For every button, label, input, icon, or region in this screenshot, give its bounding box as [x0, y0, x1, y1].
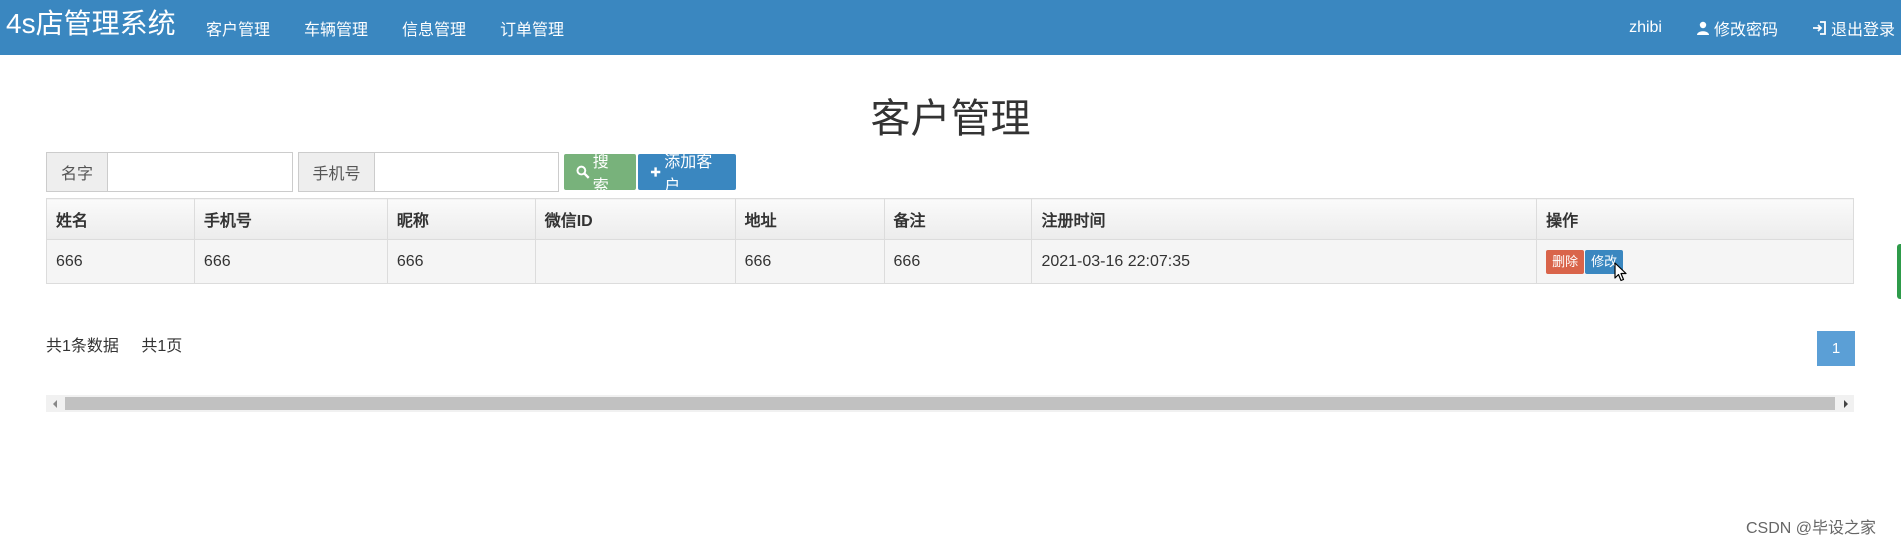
column-header-remark[interactable]: 备注 — [883, 198, 1033, 240]
column-header-address[interactable]: 地址 — [734, 198, 885, 240]
nav-item-customers[interactable]: 客户管理 — [206, 16, 270, 40]
table-header-row: 姓名 手机号 昵称 微信ID 地址 备注 注册时间 操作 — [46, 198, 1854, 240]
name-field-label: 名字 — [47, 153, 108, 191]
delete-button[interactable]: 删除 — [1546, 249, 1585, 274]
search-button[interactable]: 搜索 — [564, 154, 636, 195]
logout-icon — [1812, 20, 1826, 35]
add-customer-button[interactable]: 添加客户 — [638, 154, 736, 195]
cell-nickname: 666 — [386, 239, 536, 284]
logout-label: 退出登录 — [1830, 21, 1895, 39]
cell-registered-at: 2021-03-16 22:07:35 — [1031, 239, 1538, 284]
column-header-phone[interactable]: 手机号 — [193, 198, 388, 240]
change-password-link[interactable]: 修改密码 — [1696, 16, 1778, 40]
brand-title[interactable]: 4s店管理系统 — [6, 6, 176, 42]
nav-username[interactable]: zhibi — [1629, 19, 1662, 37]
search-icon — [576, 165, 590, 179]
user-icon — [1696, 21, 1709, 35]
phone-input-group: 手机号 — [298, 152, 559, 192]
column-header-actions: 操作 — [1536, 198, 1854, 240]
scroll-right-arrow-icon[interactable] — [1837, 395, 1854, 412]
total-records: 共1条数据 — [46, 338, 119, 355]
main-menu: 客户管理 车辆管理 信息管理 订单管理 — [206, 0, 598, 55]
customer-table: 姓名 手机号 昵称 微信ID 地址 备注 注册时间 操作 666 666 666… — [46, 198, 1854, 284]
search-button-label: 搜索 — [592, 154, 609, 195]
column-header-registered-at[interactable]: 注册时间 — [1031, 198, 1538, 240]
page-title: 客户管理 — [870, 97, 1031, 141]
cell-address: 666 — [734, 239, 885, 284]
horizontal-scrollbar[interactable] — [46, 395, 1854, 412]
name-input[interactable] — [108, 153, 292, 191]
scrollbar-thumb[interactable] — [65, 397, 1835, 410]
page-button-current[interactable]: 1 — [1817, 331, 1855, 366]
pagination-summary: 共1条数据 共1页 — [46, 332, 200, 356]
add-customer-label: 添加客户 — [664, 154, 713, 195]
cell-phone: 666 — [193, 239, 388, 284]
cell-name: 666 — [46, 239, 195, 284]
side-tab-marker — [1897, 244, 1901, 299]
mouse-pointer-icon — [1614, 262, 1628, 287]
column-header-wechat-id[interactable]: 微信ID — [534, 198, 736, 240]
user-menu: zhibi 修改密码 退出登录 — [1595, 0, 1895, 55]
top-navbar: 4s店管理系统 客户管理 车辆管理 信息管理 订单管理 zhibi 修改密码 退… — [0, 0, 1901, 55]
nav-item-vehicles[interactable]: 车辆管理 — [304, 16, 368, 40]
logout-link[interactable]: 退出登录 — [1812, 16, 1895, 40]
scroll-left-arrow-icon[interactable] — [46, 395, 63, 412]
plus-icon — [650, 167, 661, 177]
phone-input[interactable] — [375, 153, 558, 191]
nav-item-orders[interactable]: 订单管理 — [500, 16, 564, 40]
search-bar: 名字 手机号 搜索 添加客户 — [46, 152, 736, 195]
watermark: CSDN @毕设之家 — [1745, 520, 1876, 537]
change-password-label: 修改密码 — [1713, 21, 1778, 39]
name-input-group: 名字 — [46, 152, 293, 192]
table-row: 666 666 666 666 666 2021-03-16 22:07:35 … — [46, 239, 1854, 284]
total-pages: 共1页 — [141, 338, 183, 355]
cell-remark: 666 — [883, 239, 1033, 284]
cell-wechat-id — [534, 239, 736, 284]
cell-actions: 删除 修改 — [1536, 239, 1854, 284]
phone-field-label: 手机号 — [299, 153, 375, 191]
column-header-nickname[interactable]: 昵称 — [386, 198, 536, 240]
column-header-name[interactable]: 姓名 — [46, 198, 195, 240]
nav-item-info[interactable]: 信息管理 — [402, 16, 466, 40]
